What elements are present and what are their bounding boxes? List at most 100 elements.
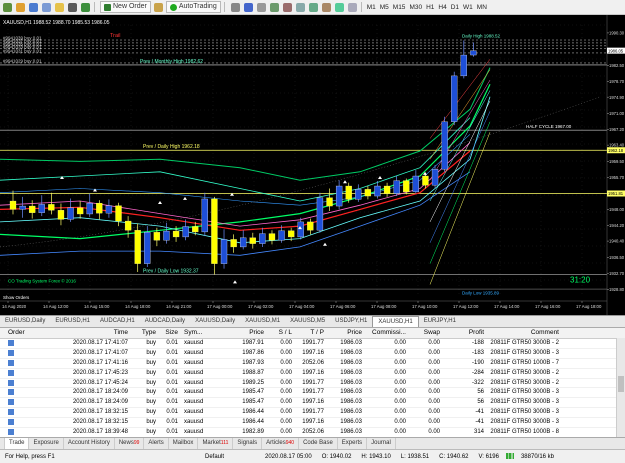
navigator-icon[interactable] — [54, 2, 65, 13]
data-window-icon[interactable] — [41, 2, 52, 13]
terminal-tab[interactable]: Articles940 — [262, 438, 300, 449]
table-cell: 1991.77 — [302, 409, 324, 416]
tile-windows-icon[interactable] — [295, 2, 306, 13]
column-header[interactable]: Swap — [406, 328, 440, 338]
column-header[interactable]: Price — [324, 328, 362, 338]
timeframe-button[interactable]: H4 — [436, 4, 448, 11]
table-cell: 56 — [477, 389, 484, 396]
price-tick-label: 1948.00 — [609, 207, 625, 212]
table-row[interactable]: 2020.08.17 17:45:23 buy 0.01 xauusd 1988.87 0… — [0, 369, 625, 379]
terminal-tab[interactable]: Experts — [338, 438, 368, 449]
terminal-tab-label: Market — [202, 440, 221, 446]
table-cell: -188 — [471, 340, 484, 346]
column-header[interactable]: Order — [0, 328, 52, 338]
column-header[interactable]: Sym... — [178, 328, 226, 338]
column-header[interactable]: Commissi... — [362, 328, 406, 338]
timeframe-button[interactable]: M30 — [407, 4, 424, 11]
price-tick-label: 1974.90 — [609, 95, 625, 100]
profiles-icon[interactable] — [15, 2, 26, 13]
table-cell: 20811F GTR50 3000B - 2 — [490, 379, 559, 386]
time-tick-label: 17 Aug 00:00 — [207, 304, 233, 309]
candle-body — [335, 185, 343, 207]
status-open: O: 1940.02 — [321, 453, 352, 460]
candlestick-icon[interactable] — [243, 2, 254, 13]
new-order-button[interactable]: New Order — [100, 1, 151, 13]
chart-shift-icon[interactable] — [321, 2, 332, 13]
new-chart-icon[interactable] — [2, 2, 13, 13]
terminal-scrollbar[interactable] — [616, 338, 625, 438]
table-cell: -190 — [471, 359, 484, 366]
terminal-icon[interactable] — [67, 2, 78, 13]
terminal-header: Order Time Type Size Sym... Price S / LT / P Pr… — [0, 328, 625, 339]
table-cell: 1991.77 — [302, 379, 324, 386]
table-row[interactable]: 2020.08.17 17:41:07 buy 0.01 xauusd 1987.86 0… — [0, 349, 625, 359]
timeframe-button[interactable]: M1 — [365, 4, 378, 11]
column-header[interactable]: Comment — [484, 328, 563, 338]
table-row[interactable]: 2020.08.17 17:41:16 buy 0.01 xauusd 1987.93 0… — [0, 359, 625, 369]
candle-body — [163, 230, 170, 241]
price-tick-label: 1967.20 — [609, 127, 625, 132]
terminal-tab[interactable]: Market111 — [198, 438, 234, 449]
strategy-tester-icon[interactable] — [80, 2, 91, 13]
timeframe-button[interactable]: W1 — [461, 4, 475, 11]
column-header[interactable]: T / P — [292, 328, 324, 338]
table-cell: buy — [146, 409, 156, 416]
table-cell: 1986.03 — [340, 389, 362, 396]
table-row[interactable]: 2020.08.17 17:45:24 buy 0.01 xauusd 1989.25 0… — [0, 379, 625, 389]
chart-canvas[interactable]: XAUUSD,H1 1988.52 1988.70 1985.53 1986.0… — [0, 15, 625, 315]
scrollbar-thumb[interactable] — [618, 376, 624, 392]
candle-body — [124, 220, 132, 231]
terminal-tab[interactable]: Journal — [367, 438, 396, 449]
column-header[interactable]: S / L — [264, 328, 292, 338]
table-row[interactable]: 2020.08.17 17:41:07 buy 0.01 xauusd 1987.91 0… — [0, 339, 625, 349]
terminal-tab[interactable]: News99 — [115, 438, 145, 449]
autoscroll-icon[interactable] — [308, 2, 319, 13]
table-cell: buy — [146, 369, 156, 376]
table-cell: 1986.03 — [340, 369, 362, 376]
candle-body — [220, 239, 228, 264]
table-cell: buy — [146, 359, 156, 366]
terminal-tab-label: Alerts — [148, 440, 164, 446]
terminal-tab[interactable]: Mailbox — [169, 438, 199, 449]
terminal-tab[interactable]: Code Base — [299, 438, 338, 449]
table-row[interactable]: 2020.08.17 18:24:09 buy 0.01 xauusd 1985.47 0… — [0, 398, 625, 409]
table-cell: 1991.77 — [302, 389, 324, 396]
bar-chart-icon[interactable] — [230, 2, 241, 13]
table-cell: 0.00 — [394, 399, 406, 406]
terminal-tab[interactable]: Account History — [64, 438, 115, 449]
timeframe-button[interactable]: D1 — [449, 4, 461, 11]
line-chart-icon[interactable] — [256, 2, 267, 13]
table-row[interactable]: 2020.08.17 18:32:15 buy 0.01 xauusd 1986.44 0… — [0, 408, 625, 419]
column-header[interactable]: Type — [128, 328, 156, 338]
candle-body — [393, 180, 400, 194]
terminal-tab[interactable]: Trade — [5, 438, 30, 449]
timeframe-button[interactable]: MN — [475, 4, 489, 11]
order-line-label: #9941031 buy 0.01 — [3, 48, 42, 53]
table-cell: 20811F GTR50 3000B - 3 — [490, 409, 559, 416]
column-header[interactable]: Price — [226, 328, 264, 338]
timeframe-button[interactable]: H1 — [424, 4, 436, 11]
column-header[interactable]: Time — [52, 328, 128, 338]
table-row[interactable]: 2020.08.17 18:32:15 buy 0.01 xauusd 1986.44 0… — [0, 418, 625, 429]
table-cell: 2020.08.17 17:45:24 — [72, 379, 128, 386]
column-header[interactable]: Profit — [440, 328, 484, 338]
terminal-tab[interactable]: Alerts — [144, 438, 169, 449]
indicators-icon[interactable] — [334, 2, 345, 13]
zoom-out-icon[interactable] — [282, 2, 293, 13]
periods-icon[interactable] — [347, 2, 358, 13]
column-header[interactable]: Size — [156, 328, 178, 338]
zoom-in-icon[interactable] — [269, 2, 280, 13]
order-type-icon — [8, 419, 14, 426]
table-cell: 1986.03 — [340, 409, 362, 416]
auto-trading-button[interactable]: AutoTrading — [165, 1, 221, 13]
market-watch-icon[interactable] — [28, 2, 39, 13]
timeframe-button[interactable]: M5 — [378, 4, 391, 11]
table-row[interactable]: 2020.08.17 18:24:09 buy 0.01 xauusd 1985.47 0… — [0, 388, 625, 399]
timeframe-button[interactable]: M15 — [391, 4, 408, 11]
terminal-tab[interactable]: Signals — [233, 438, 263, 449]
order-type-icon — [8, 349, 14, 356]
metaeditor-icon[interactable] — [153, 2, 164, 13]
price-tick-label: 1982.50 — [609, 63, 625, 68]
price-chart[interactable]: XAUUSD,H1 1988.52 1988.70 1985.53 1986.0… — [0, 15, 625, 315]
terminal-tab[interactable]: Exposure — [29, 438, 64, 449]
